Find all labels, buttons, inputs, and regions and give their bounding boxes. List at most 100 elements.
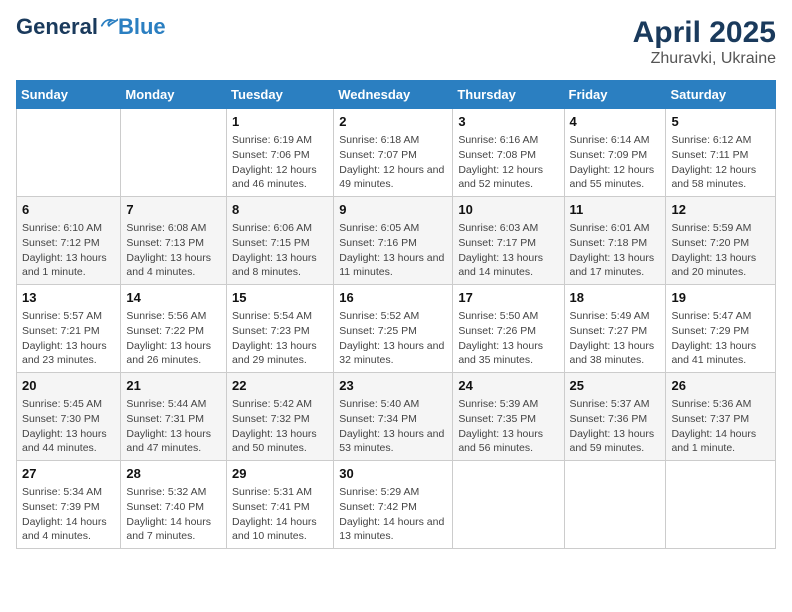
- day-number: 13: [22, 289, 115, 307]
- day-info: Sunrise: 5:54 AM Sunset: 7:23 PM Dayligh…: [232, 309, 328, 368]
- day-info: Sunrise: 5:39 AM Sunset: 7:35 PM Dayligh…: [458, 397, 558, 456]
- calendar-cell: 19 Sunrise: 5:47 AM Sunset: 7:29 PM Dayli…: [666, 285, 776, 373]
- calendar-day-header: Sunday: [17, 81, 121, 109]
- calendar-cell: 16 Sunrise: 5:52 AM Sunset: 7:25 PM Dayli…: [334, 285, 453, 373]
- day-info: Sunrise: 6:14 AM Sunset: 7:09 PM Dayligh…: [570, 133, 661, 192]
- calendar-cell: 7 Sunrise: 6:08 AM Sunset: 7:13 PM Daylig…: [121, 197, 227, 285]
- calendar-cell: [666, 461, 776, 549]
- calendar-cell: 30 Sunrise: 5:29 AM Sunset: 7:42 PM Dayli…: [334, 461, 453, 549]
- calendar-cell: 28 Sunrise: 5:32 AM Sunset: 7:40 PM Dayli…: [121, 461, 227, 549]
- calendar-cell: [564, 461, 666, 549]
- day-number: 22: [232, 377, 328, 395]
- calendar-day-header: Wednesday: [334, 81, 453, 109]
- day-info: Sunrise: 5:40 AM Sunset: 7:34 PM Dayligh…: [339, 397, 447, 456]
- calendar-day-header: Saturday: [666, 81, 776, 109]
- calendar-cell: 17 Sunrise: 5:50 AM Sunset: 7:26 PM Dayli…: [453, 285, 564, 373]
- calendar-cell: 14Sunrise: 5:56 AM Sunset: 7:22 PM Dayli…: [121, 285, 227, 373]
- day-info: Sunrise: 5:49 AM Sunset: 7:27 PM Dayligh…: [570, 309, 661, 368]
- logo-bird-icon: [100, 16, 118, 30]
- day-number: 1: [232, 113, 328, 131]
- day-info: Sunrise: 5:31 AM Sunset: 7:41 PM Dayligh…: [232, 485, 328, 544]
- calendar-cell: 2 Sunrise: 6:18 AM Sunset: 7:07 PM Daylig…: [334, 109, 453, 197]
- calendar-cell: 27 Sunrise: 5:34 AM Sunset: 7:39 PM Dayli…: [17, 461, 121, 549]
- day-info: Sunrise: 5:34 AM Sunset: 7:39 PM Dayligh…: [22, 485, 115, 544]
- day-info: Sunrise: 6:06 AM Sunset: 7:15 PM Dayligh…: [232, 221, 328, 280]
- calendar-cell: 15 Sunrise: 5:54 AM Sunset: 7:23 PM Dayli…: [227, 285, 334, 373]
- calendar-cell: 5 Sunrise: 6:12 AM Sunset: 7:11 PM Daylig…: [666, 109, 776, 197]
- day-info: Sunrise: 6:19 AM Sunset: 7:06 PM Dayligh…: [232, 133, 328, 192]
- day-info: Sunrise: 6:12 AM Sunset: 7:11 PM Dayligh…: [671, 133, 770, 192]
- day-info: Sunrise: 5:37 AM Sunset: 7:36 PM Dayligh…: [570, 397, 661, 456]
- day-number: 12: [671, 201, 770, 219]
- calendar-cell: 29 Sunrise: 5:31 AM Sunset: 7:41 PM Dayli…: [227, 461, 334, 549]
- calendar-cell: 25Sunrise: 5:37 AM Sunset: 7:36 PM Dayli…: [564, 373, 666, 461]
- calendar-cell: 3 Sunrise: 6:16 AM Sunset: 7:08 PM Daylig…: [453, 109, 564, 197]
- day-info: Sunrise: 5:29 AM Sunset: 7:42 PM Dayligh…: [339, 485, 447, 544]
- day-info: Sunrise: 5:57 AM Sunset: 7:21 PM Dayligh…: [22, 309, 115, 368]
- day-info: Sunrise: 5:56 AM Sunset: 7:22 PM Dayligh…: [126, 309, 221, 368]
- calendar-cell: 20 Sunrise: 5:45 AM Sunset: 7:30 PM Dayli…: [17, 373, 121, 461]
- day-number: 16: [339, 289, 447, 307]
- calendar-cell: 23 Sunrise: 5:40 AM Sunset: 7:34 PM Dayli…: [334, 373, 453, 461]
- calendar-week-row: 6Sunrise: 6:10 AM Sunset: 7:12 PM Daylig…: [17, 197, 776, 285]
- logo-general-text: General: [16, 16, 98, 38]
- day-number: 29: [232, 465, 328, 483]
- day-number: 15: [232, 289, 328, 307]
- day-info: Sunrise: 6:08 AM Sunset: 7:13 PM Dayligh…: [126, 221, 221, 280]
- calendar-cell: 4 Sunrise: 6:14 AM Sunset: 7:09 PM Daylig…: [564, 109, 666, 197]
- day-number: 7: [126, 201, 221, 219]
- logo: General Blue: [16, 16, 166, 38]
- calendar-cell: 22 Sunrise: 5:42 AM Sunset: 7:32 PM Dayli…: [227, 373, 334, 461]
- day-info: Sunrise: 5:50 AM Sunset: 7:26 PM Dayligh…: [458, 309, 558, 368]
- day-info: Sunrise: 5:59 AM Sunset: 7:20 PM Dayligh…: [671, 221, 770, 280]
- calendar-week-row: 27 Sunrise: 5:34 AM Sunset: 7:39 PM Dayli…: [17, 461, 776, 549]
- day-number: 8: [232, 201, 328, 219]
- page-title: April 2025: [633, 16, 776, 50]
- day-number: 17: [458, 289, 558, 307]
- day-number: 9: [339, 201, 447, 219]
- day-number: 19: [671, 289, 770, 307]
- calendar-cell: [453, 461, 564, 549]
- day-info: Sunrise: 6:01 AM Sunset: 7:18 PM Dayligh…: [570, 221, 661, 280]
- day-number: 5: [671, 113, 770, 131]
- day-info: Sunrise: 5:42 AM Sunset: 7:32 PM Dayligh…: [232, 397, 328, 456]
- calendar-cell: 1 Sunrise: 6:19 AM Sunset: 7:06 PM Daylig…: [227, 109, 334, 197]
- day-number: 2: [339, 113, 447, 131]
- calendar-day-header: Tuesday: [227, 81, 334, 109]
- day-number: 20: [22, 377, 115, 395]
- calendar-header-row: SundayMondayTuesdayWednesdayThursdayFrid…: [17, 81, 776, 109]
- day-info: Sunrise: 5:45 AM Sunset: 7:30 PM Dayligh…: [22, 397, 115, 456]
- day-info: Sunrise: 5:52 AM Sunset: 7:25 PM Dayligh…: [339, 309, 447, 368]
- calendar-cell: 12 Sunrise: 5:59 AM Sunset: 7:20 PM Dayli…: [666, 197, 776, 285]
- day-number: 23: [339, 377, 447, 395]
- page-header: General Blue April 2025 Zhuravki, Ukrain…: [16, 16, 776, 68]
- day-number: 18: [570, 289, 661, 307]
- day-number: 27: [22, 465, 115, 483]
- calendar-cell: 6Sunrise: 6:10 AM Sunset: 7:12 PM Daylig…: [17, 197, 121, 285]
- day-number: 4: [570, 113, 661, 131]
- day-number: 24: [458, 377, 558, 395]
- day-number: 30: [339, 465, 447, 483]
- day-info: Sunrise: 5:32 AM Sunset: 7:40 PM Dayligh…: [126, 485, 221, 544]
- day-info: Sunrise: 5:47 AM Sunset: 7:29 PM Dayligh…: [671, 309, 770, 368]
- day-number: 28: [126, 465, 221, 483]
- day-number: 10: [458, 201, 558, 219]
- day-number: 11: [570, 201, 661, 219]
- calendar-cell: 8 Sunrise: 6:06 AM Sunset: 7:15 PM Daylig…: [227, 197, 334, 285]
- day-info: Sunrise: 6:03 AM Sunset: 7:17 PM Dayligh…: [458, 221, 558, 280]
- calendar-cell: 26Sunrise: 5:36 AM Sunset: 7:37 PM Dayli…: [666, 373, 776, 461]
- day-number: 21: [126, 377, 221, 395]
- calendar-week-row: 13 Sunrise: 5:57 AM Sunset: 7:21 PM Dayli…: [17, 285, 776, 373]
- calendar-day-header: Monday: [121, 81, 227, 109]
- day-info: Sunrise: 6:10 AM Sunset: 7:12 PM Dayligh…: [22, 221, 115, 280]
- calendar-day-header: Friday: [564, 81, 666, 109]
- calendar-cell: 10 Sunrise: 6:03 AM Sunset: 7:17 PM Dayli…: [453, 197, 564, 285]
- calendar-cell: 13 Sunrise: 5:57 AM Sunset: 7:21 PM Dayli…: [17, 285, 121, 373]
- day-info: Sunrise: 6:16 AM Sunset: 7:08 PM Dayligh…: [458, 133, 558, 192]
- page-subtitle: Zhuravki, Ukraine: [633, 50, 776, 68]
- calendar-cell: 18 Sunrise: 5:49 AM Sunset: 7:27 PM Dayli…: [564, 285, 666, 373]
- calendar-cell: 24 Sunrise: 5:39 AM Sunset: 7:35 PM Dayli…: [453, 373, 564, 461]
- day-info: Sunrise: 6:18 AM Sunset: 7:07 PM Dayligh…: [339, 133, 447, 192]
- day-number: 3: [458, 113, 558, 131]
- calendar-cell: [121, 109, 227, 197]
